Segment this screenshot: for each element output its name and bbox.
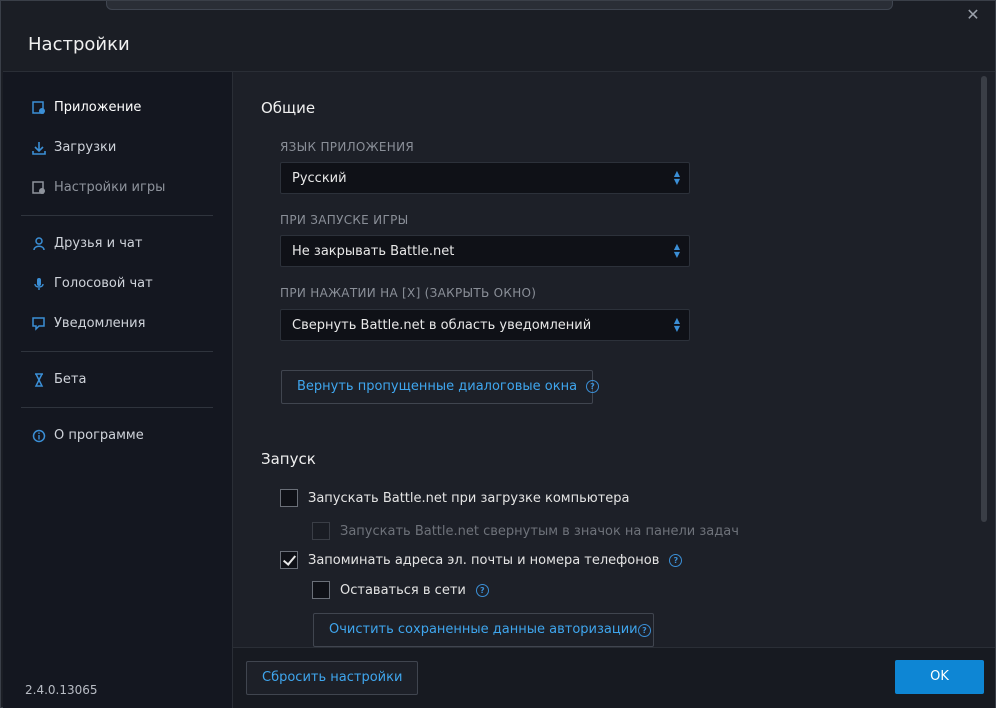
start-minimized-checkbox[interactable]: [312, 522, 330, 540]
microphone-icon: [34, 277, 44, 290]
sidebar-divider: [21, 407, 213, 408]
sidebar-item-friends[interactable]: Друзья и чат: [32, 236, 142, 251]
sidebar-item-label: Бета: [54, 372, 87, 387]
stay-online-row: Оставаться в сети ?: [312, 581, 489, 599]
remember-emails-row: Запоминать адреса эл. почты и номера тел…: [280, 551, 683, 569]
sidebar-item-label: Друзья и чат: [54, 236, 143, 251]
sort-arrows-icon: ▲ ▼: [673, 169, 680, 186]
settings-content: Общие ЯЗЫК ПРИЛОЖЕНИЯ Русский ▲ ▼ ПРИ ЗАП…: [233, 71, 995, 648]
stay-online-checkbox[interactable]: [312, 581, 330, 599]
on-launch-label: ПРИ ЗАПУСКЕ ИГРЫ: [280, 213, 409, 227]
sidebar: Приложение Загрузки Настройки игры Друзь…: [3, 71, 233, 708]
notification-icon: [32, 316, 45, 331]
language-label: ЯЗЫК ПРИЛОЖЕНИЯ: [280, 140, 415, 154]
section-startup-heading: Запуск: [261, 450, 316, 468]
clear-auth-button[interactable]: Очистить сохраненные данные авторизации: [313, 613, 654, 647]
start-with-pc-row: Запускать Battle.net при загрузке компью…: [280, 489, 630, 507]
stay-online-label: Оставаться в сети: [340, 582, 466, 598]
sidebar-item-beta[interactable]: Бета: [32, 372, 86, 387]
on-close-label: ПРИ НАЖАТИИ НА [X] (ЗАКРЫТЬ ОКНО): [280, 286, 537, 300]
sidebar-item-label: О программе: [54, 428, 144, 443]
language-value: Русский: [292, 171, 347, 186]
info-icon: [32, 429, 46, 442]
footer: Сбросить настройки OK: [233, 647, 995, 708]
help-icon[interactable]: ?: [669, 553, 683, 567]
game-settings-icon: [32, 180, 45, 194]
sidebar-item-label: Приложение: [54, 100, 142, 115]
sidebar-item-downloads[interactable]: Загрузки: [32, 140, 116, 155]
sidebar-item-label: Настройки игры: [54, 180, 166, 195]
download-icon: [32, 141, 46, 155]
on-close-select[interactable]: Свернуть Battle.net в область уведомлени…: [280, 309, 690, 341]
on-launch-value: Не закрывать Battle.net: [292, 244, 455, 259]
sidebar-item-about[interactable]: О программе: [32, 428, 144, 443]
start-with-pc-checkbox[interactable]: [280, 489, 298, 507]
sidebar-item-label: Голосовой чат: [54, 276, 153, 291]
version-label: 2.4.0.13065: [25, 683, 98, 697]
close-icon[interactable]: ✕: [965, 7, 981, 23]
settings-window: ✕ Настройки Приложение Загрузки Настройк…: [0, 0, 996, 708]
sidebar-divider: [21, 351, 213, 352]
sidebar-item-notifications[interactable]: Уведомления: [32, 316, 145, 331]
on-launch-select[interactable]: Не закрывать Battle.net ▲ ▼: [280, 235, 690, 267]
start-minimized-row: Запускать Battle.net свернутым в значок …: [312, 522, 739, 540]
sort-arrows-icon: ▲ ▼: [673, 316, 680, 333]
sidebar-divider: [21, 215, 213, 216]
start-minimized-label: Запускать Battle.net свернутым в значок …: [340, 523, 739, 539]
scrollbar[interactable]: [981, 76, 987, 522]
sidebar-item-label: Загрузки: [54, 140, 117, 155]
ok-button[interactable]: OK: [895, 660, 984, 694]
help-icon[interactable]: ?: [586, 380, 599, 393]
start-with-pc-label: Запускать Battle.net при загрузке компью…: [308, 490, 630, 506]
help-icon[interactable]: ?: [638, 624, 651, 637]
sidebar-item-voice-chat[interactable]: Голосовой чат: [32, 276, 153, 291]
flask-icon: [34, 372, 44, 387]
window-top-tab: [106, 1, 893, 10]
help-icon[interactable]: ?: [475, 583, 489, 597]
section-general-heading: Общие: [261, 99, 316, 117]
language-select[interactable]: Русский ▲ ▼: [280, 162, 690, 194]
restore-dialogs-button[interactable]: Вернуть пропущенные диалоговые окна: [281, 370, 594, 404]
sidebar-item-game-settings[interactable]: Настройки игры: [32, 180, 165, 195]
friends-icon: [33, 236, 45, 250]
on-close-value: Свернуть Battle.net в область уведомлени…: [292, 318, 592, 333]
window-title: Настройки: [28, 34, 130, 55]
sidebar-item-label: Уведомления: [54, 316, 146, 331]
sidebar-item-app[interactable]: Приложение: [32, 100, 141, 115]
reset-settings-button[interactable]: Сбросить настройки: [246, 661, 419, 695]
remember-emails-label: Запоминать адреса эл. почты и номера тел…: [308, 552, 660, 568]
app-settings-icon: [32, 100, 45, 114]
remember-emails-checkbox[interactable]: [280, 551, 298, 569]
sort-arrows-icon: ▲ ▼: [673, 242, 680, 259]
